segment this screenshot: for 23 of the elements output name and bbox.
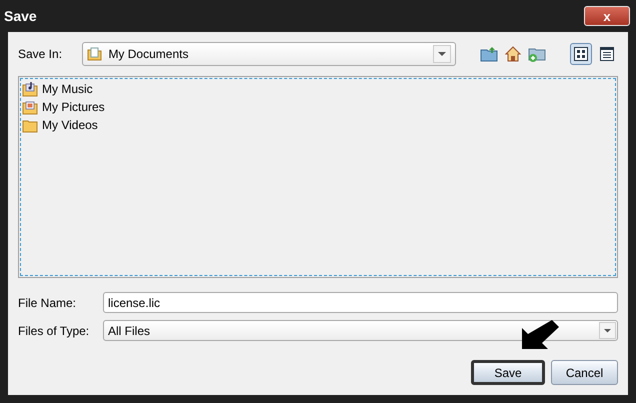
file-type-dropdown[interactable]: All Files [103,320,618,341]
location-dropdown[interactable]: My Documents [82,42,456,66]
field-label: Save In: [18,46,64,63]
folder-item[interactable]: My Music [42,80,93,98]
folder-up-icon[interactable] [480,46,498,62]
field-label: File Name: [18,294,78,312]
dropdown-value: All Files [108,322,152,340]
home-icon[interactable] [504,46,522,62]
music-folder-icon [22,81,38,97]
new-folder-icon[interactable] [528,46,546,62]
dialog-button[interactable]: Save [471,360,545,385]
field-label: Files of Type: [18,322,90,340]
folder-item[interactable]: My Videos [42,116,98,134]
file-list[interactable]: My Music My Pictures My Videos [18,76,618,278]
dropdown-value: My Documents [108,46,190,63]
window-title: Save [4,6,37,26]
file-name-field[interactable]: license.lic [103,292,618,313]
dialog-button[interactable]: Cancel [551,360,618,385]
folder-item[interactable]: My Pictures [42,98,105,116]
list-view-button[interactable] [570,43,592,65]
pictures-folder-icon [22,99,38,115]
documents-folder-icon [87,46,104,62]
close-button[interactable]: x [584,6,630,26]
